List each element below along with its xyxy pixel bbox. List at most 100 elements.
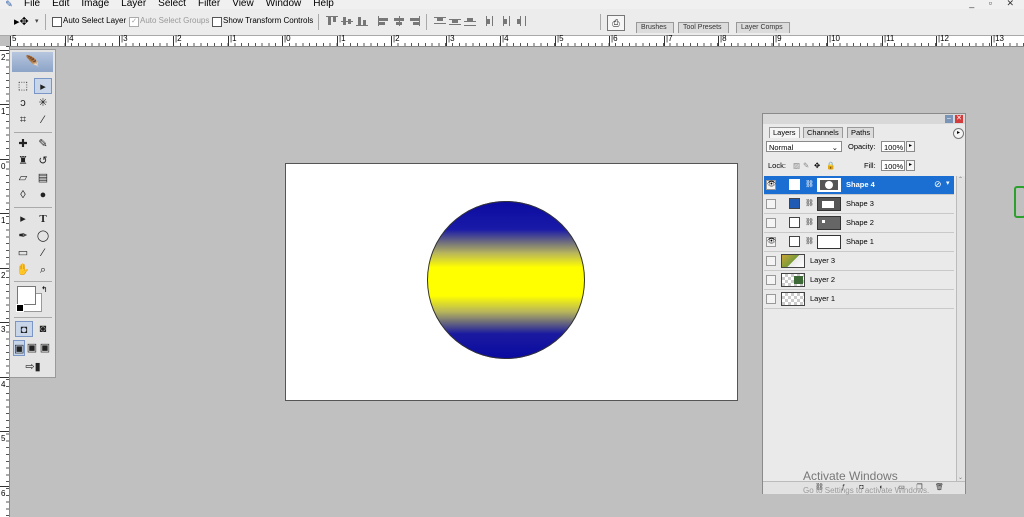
menu-filter[interactable]: Filter — [192, 0, 226, 9]
align-horizontal-center-icon[interactable] — [393, 16, 405, 26]
gradient-circle-shape[interactable] — [427, 201, 585, 359]
eraser-tool-icon[interactable]: ▱ — [14, 170, 32, 186]
chevron-down-icon[interactable]: ▾ — [946, 179, 950, 187]
hand-tool-icon[interactable]: ✋ — [14, 262, 32, 278]
delete-layer-icon[interactable]: 🗑 — [935, 483, 944, 493]
palette-well-tool-presets[interactable]: Tool Presets — [678, 22, 729, 33]
opacity-input[interactable]: 100% — [881, 141, 905, 152]
scroll-up-icon[interactable]: ⌃ — [958, 176, 963, 183]
lock-all-icon[interactable]: 🔒 — [826, 160, 835, 171]
move-tool-icon[interactable]: ▸ — [34, 78, 52, 94]
full-screen-mode-icon[interactable]: ▣ — [39, 340, 51, 356]
slice-tool-icon[interactable]: ⁄ — [34, 112, 52, 128]
menu-file[interactable]: File — [18, 0, 46, 9]
align-left-icon[interactable] — [378, 16, 390, 26]
layer-row-shape-3[interactable]: ⛓ Shape 3 — [764, 195, 954, 214]
layer-thumbnail[interactable] — [781, 273, 805, 287]
align-bottom-icon[interactable] — [356, 16, 368, 26]
eye-icon[interactable] — [766, 199, 776, 209]
layer-thumbnail[interactable] — [781, 254, 805, 268]
menu-image[interactable]: Image — [75, 0, 115, 9]
layer-row-shape-2[interactable]: ⛓ Shape 2 — [764, 214, 954, 233]
fill-slider-arrow-icon[interactable]: ▸ — [906, 160, 915, 171]
crop-tool-icon[interactable]: ⌗ — [14, 112, 32, 128]
path-selection-tool-icon[interactable]: ▸ — [14, 211, 32, 227]
menu-select[interactable]: Select — [152, 0, 192, 9]
full-screen-menu-mode-icon[interactable]: ▣ — [26, 340, 38, 356]
distribute-right-icon[interactable] — [515, 16, 527, 26]
quick-mask-mode-icon[interactable]: ◙ — [34, 321, 52, 337]
layer-thumbnail[interactable] — [781, 292, 805, 306]
pen-tool-icon[interactable]: ✒ — [14, 228, 32, 244]
palette-well-layer-comps[interactable]: Layer Comps — [736, 22, 790, 33]
ellipse-tool-icon[interactable]: ◯ — [34, 228, 52, 244]
eye-icon[interactable] — [766, 294, 776, 304]
jump-to-imageready-icon[interactable]: ⇨▮ — [20, 359, 46, 375]
layer-color-swatch[interactable] — [789, 236, 800, 247]
align-vertical-center-icon[interactable] — [341, 16, 353, 26]
magic-wand-tool-icon[interactable]: ✳ — [34, 95, 52, 111]
tab-layers[interactable]: Layers — [769, 127, 800, 138]
distribute-left-icon[interactable] — [485, 16, 497, 26]
distribute-bottom-icon[interactable] — [464, 16, 476, 26]
distribute-top-icon[interactable] — [434, 16, 446, 26]
palette-well-brushes[interactable]: Brushes — [636, 22, 674, 33]
lock-pixels-icon[interactable]: ✎ — [803, 160, 809, 171]
eye-icon[interactable]: 👁 — [766, 237, 776, 247]
tab-paths[interactable]: Paths — [847, 127, 875, 138]
menu-window[interactable]: Window — [260, 0, 308, 9]
layers-scrollbar[interactable]: ⌃ ⌄ — [956, 176, 965, 481]
show-transform-controls-checkbox[interactable] — [212, 17, 222, 27]
lock-position-icon[interactable]: ✥ — [814, 160, 820, 171]
notes-tool-icon[interactable]: ▭ — [14, 245, 32, 261]
layer-row-layer-1[interactable]: Layer 1 — [764, 290, 954, 309]
layer-row-shape-1[interactable]: 👁 ⛓ Shape 1 — [764, 233, 954, 252]
photoshop-app-icon[interactable]: ✎ — [0, 0, 18, 9]
layer-color-swatch[interactable] — [789, 217, 800, 228]
distribute-vertical-center-icon[interactable] — [449, 16, 461, 26]
file-browser-icon[interactable]: ⎙ — [607, 15, 625, 31]
auto-select-groups-checkbox[interactable]: ✓ — [129, 17, 139, 27]
minimize-icon[interactable]: – — [945, 115, 953, 123]
default-colors-icon[interactable] — [16, 304, 24, 312]
fill-input[interactable]: 100% — [881, 160, 905, 171]
eye-icon[interactable]: 👁 — [766, 180, 776, 190]
vector-mask-thumbnail[interactable] — [817, 235, 841, 249]
opacity-slider-arrow-icon[interactable]: ▸ — [906, 141, 915, 152]
vector-mask-thumbnail[interactable] — [817, 178, 841, 192]
layer-row-layer-3[interactable]: Layer 3 — [764, 252, 954, 271]
layer-row-layer-2[interactable]: Layer 2 — [764, 271, 954, 290]
feather-logo-icon[interactable]: 🪶 — [12, 52, 53, 72]
layer-style-icon[interactable]: ⊘ — [934, 179, 942, 190]
lasso-tool-icon[interactable]: ↄ — [14, 95, 32, 111]
gradient-tool-icon[interactable]: ▤ — [34, 170, 52, 186]
zoom-tool-icon[interactable]: ⌕ — [34, 262, 52, 278]
align-right-icon[interactable] — [408, 16, 420, 26]
history-brush-tool-icon[interactable]: ↺ — [34, 153, 52, 169]
vector-mask-thumbnail[interactable] — [817, 216, 841, 230]
type-tool-icon[interactable]: T — [34, 211, 52, 227]
chevron-down-icon[interactable]: ▾ — [35, 17, 39, 25]
tab-channels[interactable]: Channels — [803, 127, 843, 138]
menu-edit[interactable]: Edit — [46, 0, 75, 9]
menu-help[interactable]: Help — [307, 0, 340, 9]
standard-mode-icon[interactable]: ◘ — [15, 321, 33, 337]
eyedropper-tool-icon[interactable]: ⁄ — [34, 245, 52, 261]
clone-stamp-tool-icon[interactable]: ♜ — [14, 153, 32, 169]
window-controls[interactable]: _ ▫ ✕ — [969, 0, 1020, 8]
close-icon[interactable]: ✕ — [955, 115, 963, 123]
marquee-tool-icon[interactable]: ⬚ — [14, 78, 32, 94]
foreground-color-swatch[interactable] — [17, 286, 36, 305]
eye-icon[interactable] — [766, 218, 776, 228]
panel-menu-icon[interactable]: ▸ — [953, 128, 964, 139]
standard-screen-mode-icon[interactable]: ▣ — [13, 340, 25, 356]
blur-tool-icon[interactable]: ◊ — [14, 187, 32, 203]
move-tool-preset-icon[interactable]: ▸✥ — [14, 15, 29, 28]
healing-brush-tool-icon[interactable]: ✚ — [14, 136, 32, 152]
menu-layer[interactable]: Layer — [115, 0, 152, 9]
eye-icon[interactable] — [766, 256, 776, 266]
brush-tool-icon[interactable]: ✎ — [34, 136, 52, 152]
menu-view[interactable]: View — [226, 0, 260, 9]
align-top-icon[interactable] — [326, 16, 338, 26]
lock-transparency-icon[interactable]: ▨ — [793, 160, 800, 171]
